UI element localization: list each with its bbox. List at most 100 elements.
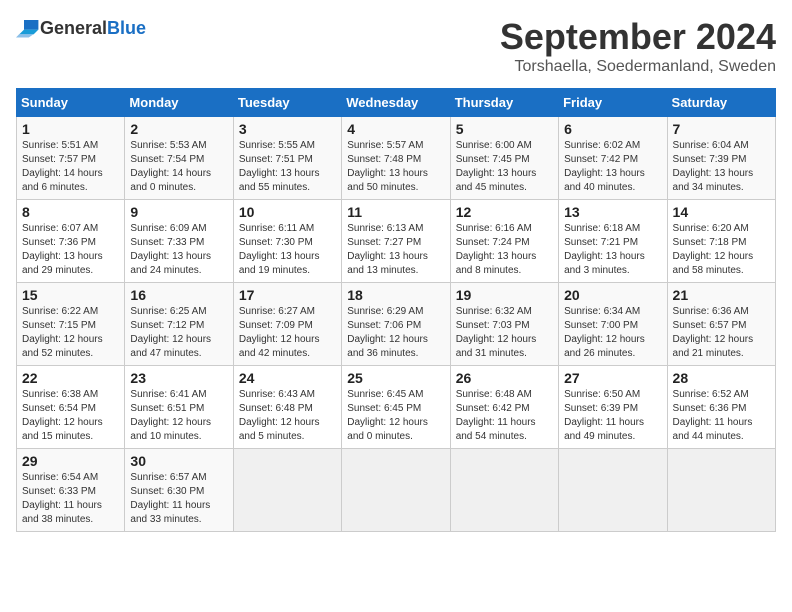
weekday-header-row: SundayMondayTuesdayWednesdayThursdayFrid… xyxy=(17,89,776,117)
calendar: SundayMondayTuesdayWednesdayThursdayFrid… xyxy=(16,88,776,532)
day-info: Sunrise: 6:50 AMSunset: 6:39 PMDaylight:… xyxy=(564,388,661,444)
calendar-cell: 25 Sunrise: 6:45 AMSunset: 6:45 PMDaylig… xyxy=(342,366,450,449)
weekday-header-saturday: Saturday xyxy=(667,89,775,117)
calendar-cell: 12 Sunrise: 6:16 AMSunset: 7:24 PMDaylig… xyxy=(450,200,558,283)
calendar-cell: 28 Sunrise: 6:52 AMSunset: 6:36 PMDaylig… xyxy=(667,366,775,449)
day-number: 22 xyxy=(22,370,119,386)
day-info: Sunrise: 6:38 AMSunset: 6:54 PMDaylight:… xyxy=(22,388,119,444)
day-info: Sunrise: 6:54 AMSunset: 6:33 PMDaylight:… xyxy=(22,471,119,527)
day-number: 3 xyxy=(239,121,336,137)
day-info: Sunrise: 6:27 AMSunset: 7:09 PMDaylight:… xyxy=(239,305,336,361)
day-info: Sunrise: 6:32 AMSunset: 7:03 PMDaylight:… xyxy=(456,305,553,361)
day-info: Sunrise: 6:04 AMSunset: 7:39 PMDaylight:… xyxy=(673,139,770,195)
logo-icon xyxy=(16,16,40,40)
calendar-cell: 26 Sunrise: 6:48 AMSunset: 6:42 PMDaylig… xyxy=(450,366,558,449)
day-number: 2 xyxy=(130,121,227,137)
logo-blue: Blue xyxy=(107,18,146,39)
day-number: 27 xyxy=(564,370,661,386)
day-number: 17 xyxy=(239,287,336,303)
day-info: Sunrise: 6:22 AMSunset: 7:15 PMDaylight:… xyxy=(22,305,119,361)
calendar-cell: 4 Sunrise: 5:57 AMSunset: 7:48 PMDayligh… xyxy=(342,117,450,200)
calendar-cell: 20 Sunrise: 6:34 AMSunset: 7:00 PMDaylig… xyxy=(559,283,667,366)
day-info: Sunrise: 6:36 AMSunset: 6:57 PMDaylight:… xyxy=(673,305,770,361)
calendar-cell: 6 Sunrise: 6:02 AMSunset: 7:42 PMDayligh… xyxy=(559,117,667,200)
day-info: Sunrise: 6:43 AMSunset: 6:48 PMDaylight:… xyxy=(239,388,336,444)
month-title: September 2024 xyxy=(500,16,776,58)
day-number: 21 xyxy=(673,287,770,303)
day-number: 10 xyxy=(239,204,336,220)
day-info: Sunrise: 6:13 AMSunset: 7:27 PMDaylight:… xyxy=(347,222,444,278)
calendar-cell: 16 Sunrise: 6:25 AMSunset: 7:12 PMDaylig… xyxy=(125,283,233,366)
day-info: Sunrise: 6:52 AMSunset: 6:36 PMDaylight:… xyxy=(673,388,770,444)
logo-general: General xyxy=(40,18,107,39)
day-info: Sunrise: 6:11 AMSunset: 7:30 PMDaylight:… xyxy=(239,222,336,278)
calendar-cell: 22 Sunrise: 6:38 AMSunset: 6:54 PMDaylig… xyxy=(17,366,125,449)
day-number: 9 xyxy=(130,204,227,220)
day-number: 11 xyxy=(347,204,444,220)
calendar-cell: 14 Sunrise: 6:20 AMSunset: 7:18 PMDaylig… xyxy=(667,200,775,283)
day-info: Sunrise: 5:57 AMSunset: 7:48 PMDaylight:… xyxy=(347,139,444,195)
calendar-cell: 19 Sunrise: 6:32 AMSunset: 7:03 PMDaylig… xyxy=(450,283,558,366)
day-info: Sunrise: 6:41 AMSunset: 6:51 PMDaylight:… xyxy=(130,388,227,444)
day-number: 14 xyxy=(673,204,770,220)
calendar-cell: 9 Sunrise: 6:09 AMSunset: 7:33 PMDayligh… xyxy=(125,200,233,283)
day-number: 16 xyxy=(130,287,227,303)
day-number: 20 xyxy=(564,287,661,303)
calendar-cell: 23 Sunrise: 6:41 AMSunset: 6:51 PMDaylig… xyxy=(125,366,233,449)
calendar-cell: 29 Sunrise: 6:54 AMSunset: 6:33 PMDaylig… xyxy=(17,449,125,532)
calendar-week-row: 22 Sunrise: 6:38 AMSunset: 6:54 PMDaylig… xyxy=(17,366,776,449)
day-info: Sunrise: 6:07 AMSunset: 7:36 PMDaylight:… xyxy=(22,222,119,278)
day-info: Sunrise: 6:29 AMSunset: 7:06 PMDaylight:… xyxy=(347,305,444,361)
calendar-cell: 7 Sunrise: 6:04 AMSunset: 7:39 PMDayligh… xyxy=(667,117,775,200)
header: GeneralBlue September 2024 Torshaella, S… xyxy=(16,16,776,76)
day-info: Sunrise: 5:55 AMSunset: 7:51 PMDaylight:… xyxy=(239,139,336,195)
calendar-cell: 15 Sunrise: 6:22 AMSunset: 7:15 PMDaylig… xyxy=(17,283,125,366)
day-info: Sunrise: 5:53 AMSunset: 7:54 PMDaylight:… xyxy=(130,139,227,195)
day-number: 15 xyxy=(22,287,119,303)
calendar-cell xyxy=(233,449,341,532)
calendar-cell: 1 Sunrise: 5:51 AMSunset: 7:57 PMDayligh… xyxy=(17,117,125,200)
day-number: 19 xyxy=(456,287,553,303)
calendar-cell xyxy=(667,449,775,532)
calendar-cell: 8 Sunrise: 6:07 AMSunset: 7:36 PMDayligh… xyxy=(17,200,125,283)
logo: GeneralBlue xyxy=(16,16,146,40)
day-number: 30 xyxy=(130,453,227,469)
calendar-cell: 11 Sunrise: 6:13 AMSunset: 7:27 PMDaylig… xyxy=(342,200,450,283)
day-info: Sunrise: 6:16 AMSunset: 7:24 PMDaylight:… xyxy=(456,222,553,278)
calendar-week-row: 8 Sunrise: 6:07 AMSunset: 7:36 PMDayligh… xyxy=(17,200,776,283)
calendar-cell: 10 Sunrise: 6:11 AMSunset: 7:30 PMDaylig… xyxy=(233,200,341,283)
day-number: 28 xyxy=(673,370,770,386)
calendar-cell: 21 Sunrise: 6:36 AMSunset: 6:57 PMDaylig… xyxy=(667,283,775,366)
day-info: Sunrise: 6:09 AMSunset: 7:33 PMDaylight:… xyxy=(130,222,227,278)
weekday-header-thursday: Thursday xyxy=(450,89,558,117)
day-number: 13 xyxy=(564,204,661,220)
calendar-cell: 18 Sunrise: 6:29 AMSunset: 7:06 PMDaylig… xyxy=(342,283,450,366)
weekday-header-sunday: Sunday xyxy=(17,89,125,117)
weekday-header-monday: Monday xyxy=(125,89,233,117)
title-area: September 2024 Torshaella, Soedermanland… xyxy=(500,16,776,76)
location-title: Torshaella, Soedermanland, Sweden xyxy=(500,58,776,76)
day-info: Sunrise: 6:02 AMSunset: 7:42 PMDaylight:… xyxy=(564,139,661,195)
day-number: 5 xyxy=(456,121,553,137)
day-number: 23 xyxy=(130,370,227,386)
calendar-cell: 2 Sunrise: 5:53 AMSunset: 7:54 PMDayligh… xyxy=(125,117,233,200)
day-info: Sunrise: 5:51 AMSunset: 7:57 PMDaylight:… xyxy=(22,139,119,195)
calendar-cell xyxy=(450,449,558,532)
day-number: 18 xyxy=(347,287,444,303)
day-number: 6 xyxy=(564,121,661,137)
day-info: Sunrise: 6:45 AMSunset: 6:45 PMDaylight:… xyxy=(347,388,444,444)
calendar-cell: 3 Sunrise: 5:55 AMSunset: 7:51 PMDayligh… xyxy=(233,117,341,200)
calendar-cell: 27 Sunrise: 6:50 AMSunset: 6:39 PMDaylig… xyxy=(559,366,667,449)
day-info: Sunrise: 6:00 AMSunset: 7:45 PMDaylight:… xyxy=(456,139,553,195)
calendar-cell: 5 Sunrise: 6:00 AMSunset: 7:45 PMDayligh… xyxy=(450,117,558,200)
day-info: Sunrise: 6:57 AMSunset: 6:30 PMDaylight:… xyxy=(130,471,227,527)
day-number: 12 xyxy=(456,204,553,220)
calendar-cell xyxy=(342,449,450,532)
calendar-cell: 17 Sunrise: 6:27 AMSunset: 7:09 PMDaylig… xyxy=(233,283,341,366)
weekday-header-tuesday: Tuesday xyxy=(233,89,341,117)
day-info: Sunrise: 6:48 AMSunset: 6:42 PMDaylight:… xyxy=(456,388,553,444)
day-info: Sunrise: 6:20 AMSunset: 7:18 PMDaylight:… xyxy=(673,222,770,278)
day-info: Sunrise: 6:25 AMSunset: 7:12 PMDaylight:… xyxy=(130,305,227,361)
calendar-week-row: 29 Sunrise: 6:54 AMSunset: 6:33 PMDaylig… xyxy=(17,449,776,532)
calendar-cell: 13 Sunrise: 6:18 AMSunset: 7:21 PMDaylig… xyxy=(559,200,667,283)
